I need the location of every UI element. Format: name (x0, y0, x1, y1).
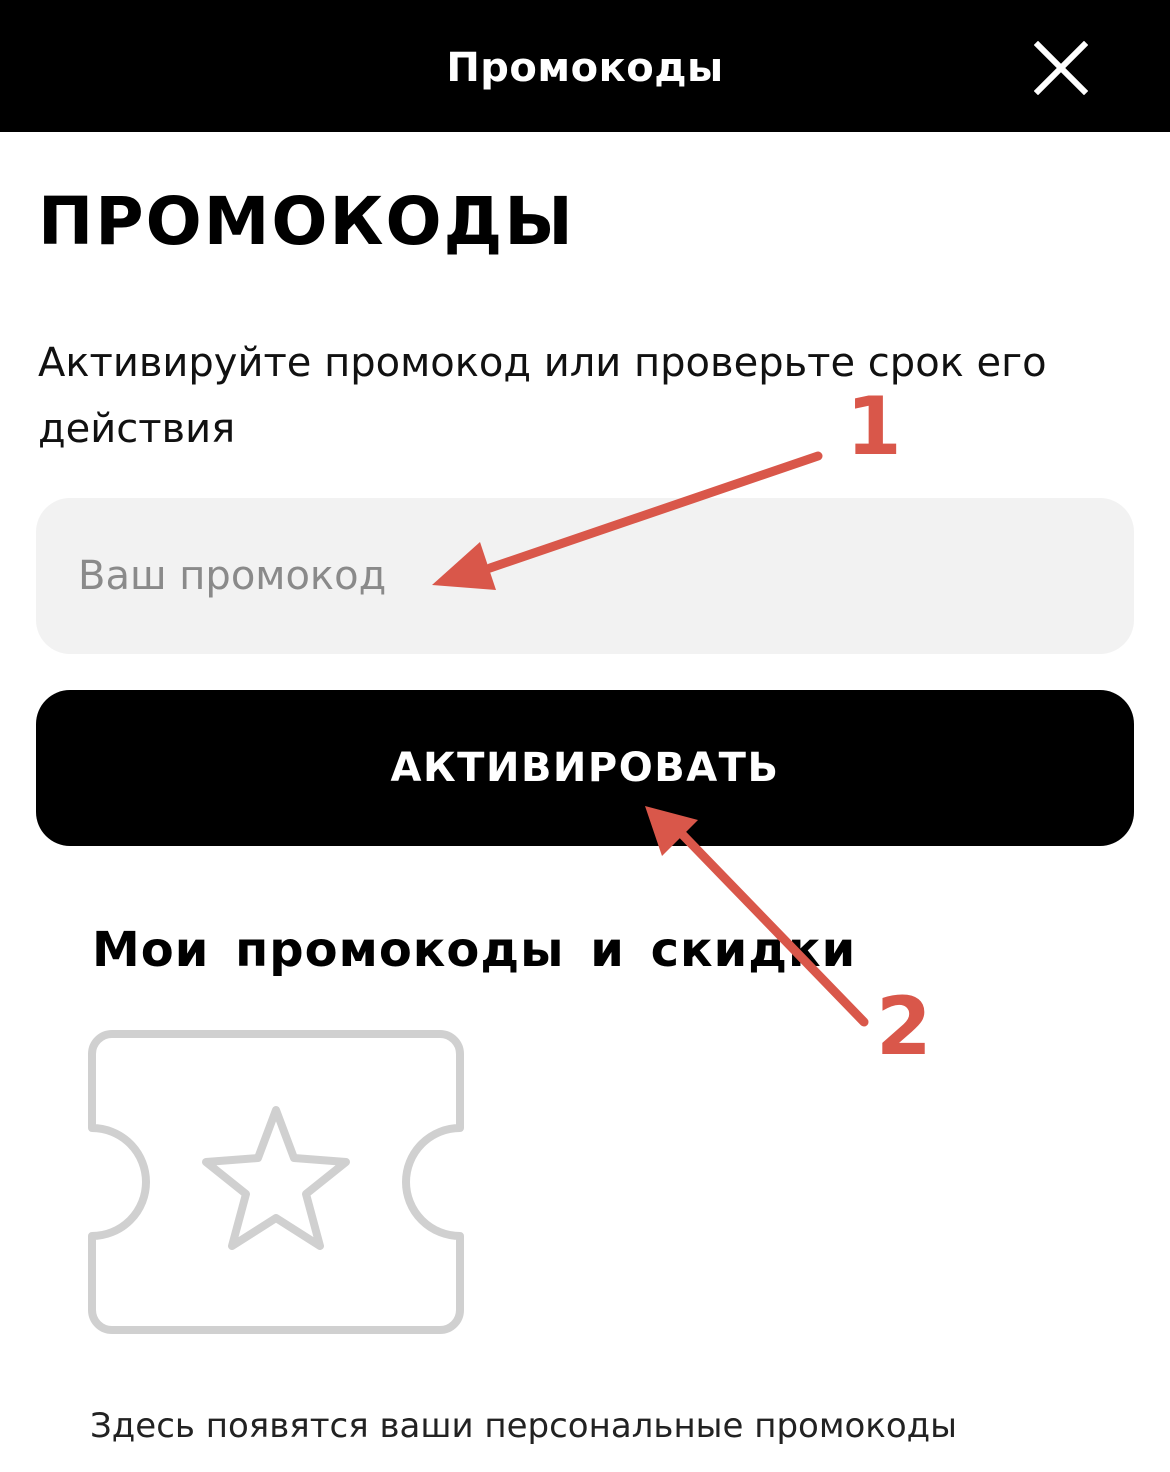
empty-state-text: Здесь появятся ваши персональные промоко… (90, 1406, 957, 1446)
annotation-marker-2: 2 (876, 980, 932, 1073)
close-icon (1034, 41, 1088, 95)
top-bar: Промокоды (0, 0, 1170, 132)
page-title: ПРОМОКОДЫ (38, 183, 575, 260)
page-description: Активируйте промокод или проверьте срок … (38, 340, 1047, 452)
my-promos-section-title: Мои промокоды и скидки (92, 922, 857, 978)
promo-code-input[interactable] (36, 498, 1134, 654)
activate-button[interactable]: АКТИВИРОВАТЬ (36, 690, 1134, 846)
ticket-star-icon (88, 1030, 464, 1334)
promo-codes-screen: Промокоды ПРОМОКОДЫ Активируйте промокод… (0, 0, 1170, 1472)
close-button[interactable] (1028, 38, 1094, 98)
annotation-marker-1: 1 (846, 380, 902, 473)
top-bar-title: Промокоды (446, 45, 724, 91)
